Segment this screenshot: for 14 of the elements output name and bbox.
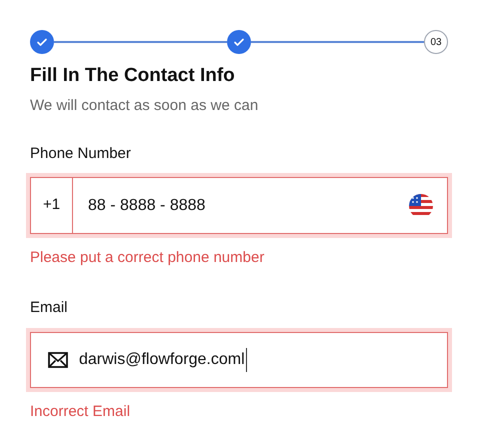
error-message: Please put a correct phone number [30, 248, 266, 268]
flag-icon [409, 194, 433, 218]
step-number: 03 [424, 30, 448, 54]
error-message: Incorrect Email [30, 402, 132, 422]
email-value: darwis@flowforge.coml [79, 348, 247, 372]
field-label: Email [30, 298, 69, 318]
mail-icon [48, 352, 68, 368]
phone-value: 88 - 8888 - 8888 [88, 196, 206, 216]
form-title: Fill In The Contact Info [30, 64, 236, 88]
form-subtitle: We will contact as soon as we can [30, 96, 260, 116]
check-icon [233, 36, 245, 48]
check-icon [36, 36, 48, 48]
field-label: Phone Number [30, 144, 132, 164]
country-code[interactable]: +1 [31, 178, 73, 233]
